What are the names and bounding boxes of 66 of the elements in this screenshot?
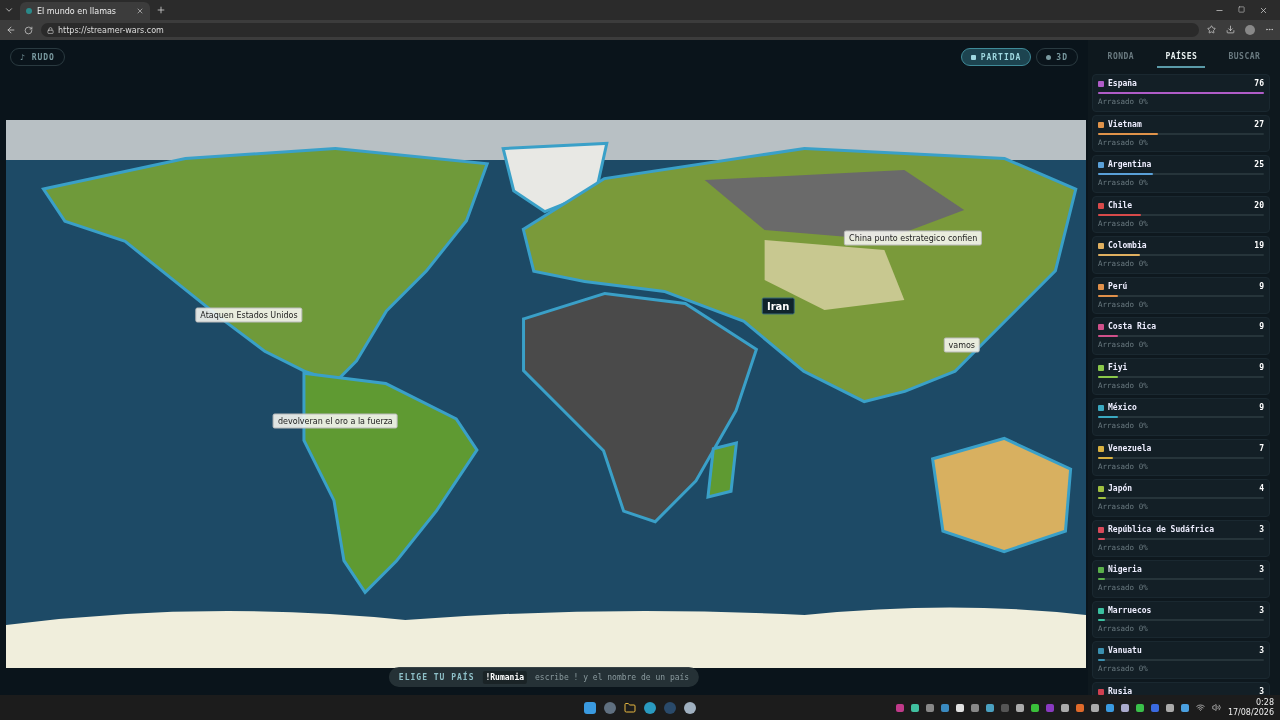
app-icon[interactable] [604, 701, 616, 714]
close-icon[interactable] [136, 7, 144, 15]
command-label: ELIGE TU PAÍS [398, 672, 475, 682]
tab-title: El mundo en llamas [37, 6, 117, 16]
star-icon[interactable] [1207, 25, 1216, 35]
clock-date: 17/08/2026 [1227, 707, 1274, 718]
site-icon [26, 8, 32, 14]
player-count: 9 [1259, 281, 1264, 292]
map-message: Ataquen Estados Unidos [195, 307, 303, 323]
close-icon[interactable] [1259, 5, 1268, 15]
country-name: Chile [1108, 200, 1134, 211]
player-count: 3 [1259, 605, 1264, 616]
player-count: 76 [1254, 79, 1264, 89]
player-count: 9 [1259, 403, 1264, 413]
new-tab-icon[interactable] [156, 5, 166, 15]
volume-icon[interactable] [1211, 703, 1221, 712]
country-name: Japón [1108, 484, 1134, 494]
network-icon[interactable] [1195, 703, 1205, 712]
sidebar-tab[interactable]: RONDA [1099, 50, 1143, 68]
player-count: 4 [1259, 484, 1264, 494]
country-name: Venezuela [1108, 443, 1153, 454]
clock-time: 0:28 [1256, 697, 1274, 708]
back-icon[interactable] [6, 25, 16, 35]
country-name: Argentina [1108, 160, 1153, 170]
country-name: Rusia [1108, 686, 1134, 695]
player-count: 3 [1259, 524, 1264, 535]
country-name: Costa Rica [1108, 322, 1158, 332]
folder-icon[interactable] [624, 701, 636, 714]
reload-icon[interactable] [24, 25, 33, 35]
country-name: México [1108, 403, 1138, 413]
sidebar-tab[interactable]: PAÍSES [1157, 50, 1206, 68]
browser-tab[interactable]: El mundo en llamas [20, 2, 150, 20]
command-hint: escribe ! y el nombre de un país [535, 672, 690, 682]
player-count: 3 [1259, 646, 1264, 656]
player-count: 19 [1254, 241, 1264, 251]
country-name: Fiyi [1108, 362, 1129, 373]
player-count: 9 [1259, 362, 1264, 373]
view-toggle[interactable]: PARTIDA [960, 48, 1032, 66]
player-count: 9 [1259, 322, 1264, 332]
player-count: 3 [1259, 565, 1264, 575]
country-tooltip: Iran [761, 297, 795, 315]
country-name: Perú [1108, 281, 1129, 292]
map-message: vamos [943, 337, 981, 353]
country-name: Vanuatu [1108, 646, 1143, 656]
country-name: República de Sudáfrica [1108, 524, 1215, 535]
address-bar[interactable]: https://streamer-wars.com [41, 23, 1199, 37]
player-count: 7 [1259, 443, 1264, 454]
map-message: devolveran el oro a la fuerza [273, 413, 398, 429]
app-icon[interactable] [684, 701, 696, 714]
sidebar-tab[interactable]: BUSCAR [1220, 50, 1269, 68]
country-name: España [1108, 79, 1138, 89]
map-message: China punto estrategico confien [844, 230, 983, 246]
profile-avatar[interactable] [1245, 25, 1255, 35]
download-icon[interactable] [1226, 25, 1235, 35]
country-name: Colombia [1108, 241, 1148, 251]
maximize-icon[interactable] [1238, 5, 1245, 15]
player-count: 3 [1259, 686, 1264, 695]
country-name: Vietnam [1108, 119, 1143, 130]
country-card[interactable]: Rusia 3 [1092, 681, 1270, 695]
command-code: !Rumania [482, 670, 527, 684]
player-count: 27 [1254, 119, 1264, 130]
country-name: Nigeria [1108, 565, 1143, 575]
tab-list-icon[interactable] [4, 5, 14, 15]
country-name: Marruecos [1108, 605, 1153, 616]
player-count: 20 [1254, 200, 1264, 211]
player-count: 25 [1254, 160, 1264, 170]
